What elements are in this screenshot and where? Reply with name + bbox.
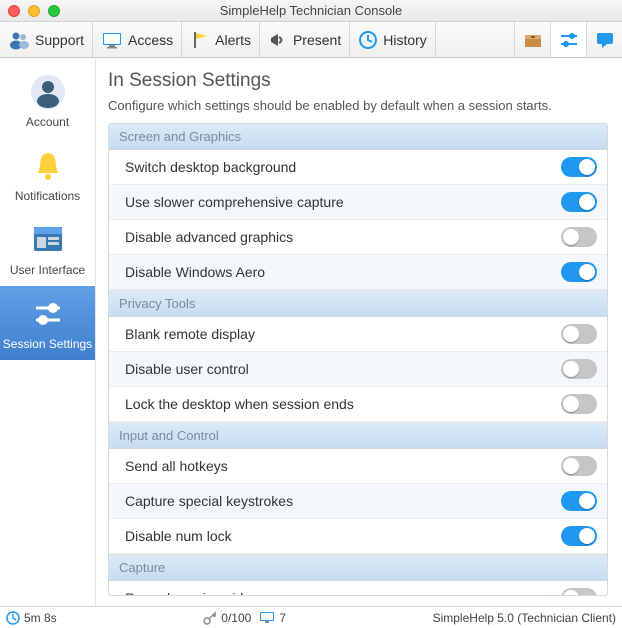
section-header: Screen and Graphics [109, 124, 607, 150]
section-header: Capture [109, 554, 607, 581]
tab-label: Alerts [215, 32, 251, 48]
settings-row-label: Capture special keystrokes [125, 493, 561, 509]
toggle[interactable] [561, 324, 597, 344]
toolbar-chat-button[interactable] [586, 22, 622, 57]
settings-row-label: Disable user control [125, 361, 561, 377]
status-ratio-value: 0/100 [221, 611, 251, 625]
settings-row: Disable user control [109, 352, 607, 387]
minimize-button[interactable] [28, 5, 40, 17]
box-icon [522, 30, 544, 50]
sidebar-item-session-settings[interactable]: Session Settings [0, 286, 95, 360]
tab-label: Access [128, 32, 173, 48]
traffic-lights [0, 5, 60, 17]
settings-row: Record session video⏮ [109, 581, 607, 596]
status-time-value: 5m 8s [24, 611, 57, 625]
sidebar-item-label: Account [26, 115, 69, 129]
settings-row-label: Disable num lock [125, 528, 561, 544]
toggle[interactable] [561, 192, 597, 212]
avatar-icon [27, 73, 69, 111]
sidebar-item-user-interface[interactable]: User Interface [0, 212, 95, 286]
settings-row: Disable advanced graphics [109, 220, 607, 255]
settings-row: Switch desktop background [109, 150, 607, 185]
settings-row: Lock the desktop when session ends [109, 387, 607, 422]
toggle[interactable] [561, 394, 597, 414]
toolbar-settings-button[interactable] [550, 22, 586, 57]
titlebar: SimpleHelp Technician Console [0, 0, 622, 22]
status-bar: 5m 8s 0/100 7 SimpleHelp 5.0 (Technician… [0, 606, 622, 628]
sidebar-item-label: Notifications [15, 189, 80, 203]
toggle[interactable] [561, 227, 597, 247]
monitor-icon [101, 30, 123, 50]
bell-icon [27, 147, 69, 185]
status-time: 5m 8s [6, 611, 57, 625]
settings-row-label: Disable advanced graphics [125, 229, 561, 245]
status-version: SimpleHelp 5.0 (Technician Client) [433, 611, 616, 625]
page-description: Configure which settings should be enabl… [108, 98, 608, 113]
megaphone-icon [268, 30, 288, 50]
section-header: Input and Control [109, 422, 607, 449]
top-toolbar: Support Access Alerts Present History [0, 22, 622, 58]
toggle[interactable] [561, 588, 597, 596]
tab-support[interactable]: Support [0, 22, 93, 57]
tab-label: History [383, 32, 427, 48]
toggle[interactable] [561, 456, 597, 476]
settings-row-label: Switch desktop background [125, 159, 561, 175]
content-pane: In Session Settings Configure which sett… [96, 58, 622, 606]
flag-icon [190, 30, 210, 50]
close-button[interactable] [8, 5, 20, 17]
toggle[interactable] [561, 157, 597, 177]
chat-icon [594, 30, 616, 50]
settings-row: Capture special keystrokes [109, 484, 607, 519]
settings-panel: Screen and Graphics Switch desktop backgr… [108, 123, 608, 596]
status-keys: 0/100 [203, 611, 251, 625]
settings-row-label: Lock the desktop when session ends [125, 396, 561, 412]
window-title: SimpleHelp Technician Console [0, 3, 622, 18]
settings-row: Use slower comprehensive capture [109, 185, 607, 220]
settings-row: Blank remote display [109, 317, 607, 352]
clock-icon [358, 30, 378, 50]
main-area: Account Notifications User Interface Ses… [0, 58, 622, 606]
clock-icon [6, 611, 20, 625]
settings-row-label: Disable Windows Aero [125, 264, 561, 280]
monitor-small-icon [259, 611, 275, 625]
tab-history[interactable]: History [350, 22, 436, 57]
settings-sidebar: Account Notifications User Interface Ses… [0, 58, 96, 606]
toggle[interactable] [561, 526, 597, 546]
key-icon [203, 611, 217, 625]
maximize-button[interactable] [48, 5, 60, 17]
toggle[interactable] [561, 359, 597, 379]
settings-row-label: Blank remote display [125, 326, 561, 342]
settings-row: Send all hotkeys [109, 449, 607, 484]
sliders-icon [558, 30, 580, 50]
toggle[interactable] [561, 491, 597, 511]
tab-label: Support [35, 32, 84, 48]
section-header: Privacy Tools [109, 290, 607, 317]
window-icon [27, 221, 69, 259]
sidebar-item-notifications[interactable]: Notifications [0, 138, 95, 212]
sidebar-item-label: Session Settings [3, 337, 92, 351]
sidebar-item-label: User Interface [10, 263, 85, 277]
tab-label: Present [293, 32, 341, 48]
tab-present[interactable]: Present [260, 22, 350, 57]
tab-access[interactable]: Access [93, 22, 182, 57]
settings-row-label: Send all hotkeys [125, 458, 561, 474]
settings-row: Disable Windows Aero [109, 255, 607, 290]
sidebar-item-account[interactable]: Account [0, 64, 95, 138]
settings-row-label: Use slower comprehensive capture [125, 194, 561, 210]
settings-row: Disable num lock [109, 519, 607, 554]
status-monitor-value: 7 [279, 611, 286, 625]
tab-alerts[interactable]: Alerts [182, 22, 260, 57]
people-icon [8, 30, 30, 50]
toggle[interactable] [561, 262, 597, 282]
toolbar-box-button[interactable] [514, 22, 550, 57]
sliders-large-icon [27, 295, 69, 333]
row-extra-icon[interactable]: ⏮ [540, 590, 553, 597]
settings-row-label: Record session video [125, 590, 540, 596]
status-monitors: 7 [259, 611, 286, 625]
page-title: In Session Settings [108, 70, 608, 92]
